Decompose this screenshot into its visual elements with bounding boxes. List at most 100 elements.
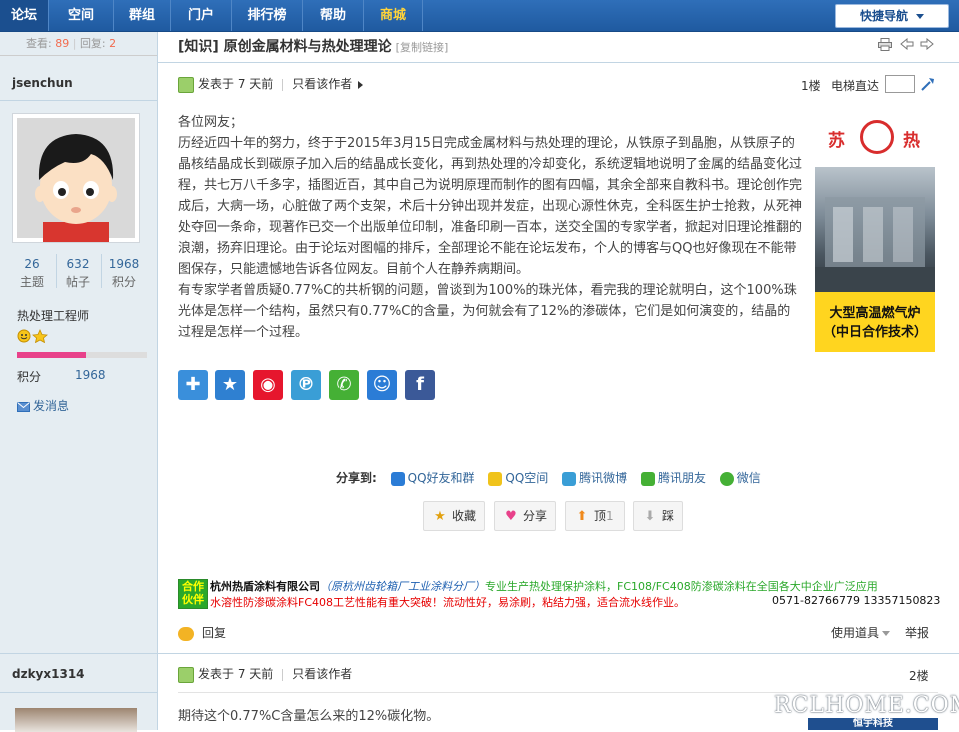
stat-label: 积分 — [111, 275, 136, 289]
author-name-2[interactable]: dzkyx1314 — [12, 667, 85, 681]
post-area: [知识] 原创金属材料与热处理理论 [复制链接] 发表于 7 天前 只看该作者 1楼… — [158, 32, 959, 730]
weibo-icon[interactable]: ◉ — [253, 370, 283, 400]
floor-number[interactable]: 1楼 — [801, 77, 821, 94]
upvote-count: 1 — [606, 509, 614, 523]
share-wechat[interactable]: 微信 — [737, 471, 761, 485]
elevator-input[interactable] — [885, 75, 915, 93]
share-more-icon[interactable]: ✚ — [178, 370, 208, 400]
partner-company: 杭州热盾涂料有限公司 — [210, 580, 320, 593]
user-group[interactable]: 热处理工程师 — [17, 307, 89, 324]
top-nav: 论坛 空间 群组 门户 排行榜 帮助 商城 快捷导航 — [0, 0, 959, 32]
upvote-button[interactable]: ⬆ 顶1 — [565, 501, 625, 531]
nav-item-space[interactable]: 空间 — [49, 0, 114, 31]
only-author-link-2[interactable]: 只看该作者 — [292, 667, 352, 681]
quick-nav-button[interactable]: 快捷导航 — [835, 4, 949, 28]
online-avatar-icon — [178, 76, 194, 93]
downvote-button[interactable]: ⬇ 踩 — [633, 501, 683, 531]
views-label: 查看: — [26, 37, 52, 50]
reply-button[interactable]: 回复 — [178, 624, 226, 641]
nav-item-ranking[interactable]: 排行榜 — [232, 0, 303, 31]
nav-item-portal[interactable]: 门户 — [171, 0, 232, 31]
post-paragraph: 各位网友； — [178, 115, 244, 130]
share-button[interactable]: ♥ 分享 — [494, 501, 556, 531]
stat-threads[interactable]: 26 主题 — [10, 257, 54, 290]
ad-banner[interactable]: 苏 热 大型高温燃气炉 （中日合作技术） — [815, 112, 935, 352]
stat-value: 26 — [24, 257, 40, 271]
goto-floor-icon[interactable] — [920, 76, 936, 95]
heart-icon: ♥ — [505, 508, 517, 524]
use-tools-button[interactable]: 使用道具 — [831, 624, 891, 641]
send-message-link[interactable]: 发消息 — [17, 397, 69, 414]
report-button[interactable]: 举报 — [905, 624, 929, 641]
only-author-link[interactable]: 只看该作者 — [292, 77, 352, 91]
divider — [0, 55, 157, 56]
nav-item-help[interactable]: 帮助 — [303, 0, 364, 31]
partner-slogan: 专业生产热处理保护涂料，FC108/FC408防渗碳涂料在全国各大中企业广泛应用 — [485, 580, 878, 593]
partner-ad-line-1[interactable]: 杭州热盾涂料有限公司（原杭州齿轮箱厂工业涂料分厂）专业生产热处理保护涂料，FC1… — [210, 578, 878, 594]
ad-line-1: 大型高温燃气炉 — [829, 306, 921, 321]
nav-item-forum[interactable]: 论坛 — [0, 0, 49, 31]
play-icon — [358, 80, 364, 89]
views-count: 89 — [55, 37, 70, 50]
nav-item-mall[interactable]: 商城 — [364, 0, 423, 31]
post-meta-2: 发表于 7 天前 只看该作者 — [178, 665, 352, 683]
avatar[interactable] — [12, 113, 140, 243]
qzone-icon[interactable]: ★ — [215, 370, 245, 400]
elevator-label: 电梯直达 — [831, 79, 880, 93]
partner-badge: 合作 伙伴 — [178, 579, 208, 609]
qq-icon[interactable]: ☺ — [367, 370, 397, 400]
thread-title-text: [知识] 原创金属材料与热处理理论 — [178, 39, 392, 55]
divider — [158, 62, 959, 63]
avatar-2[interactable] — [15, 708, 137, 732]
score-value: 1968 — [75, 368, 106, 382]
watermark-text: RCLHOME.COM — [774, 693, 959, 718]
print-icon[interactable] — [878, 38, 892, 55]
divider — [0, 692, 157, 693]
facebook-icon[interactable]: f — [405, 370, 435, 400]
share-to-label: 分享到: — [336, 471, 377, 485]
share-qq-friends[interactable]: QQ好友和群 — [408, 471, 475, 485]
arrow-up-icon: ⬆ — [576, 508, 588, 524]
envelope-icon — [17, 401, 30, 412]
ad-line-2: （中日合作技术） — [822, 325, 927, 340]
divider — [0, 653, 157, 654]
arrow-down-icon: ⬇ — [644, 508, 656, 524]
replies-count: 2 — [109, 37, 117, 50]
favorite-button[interactable]: ★ 收藏 — [423, 501, 485, 531]
tencent-weibo-icon[interactable]: ℗ — [291, 370, 321, 400]
next-thread-icon[interactable] — [920, 37, 934, 54]
stat-credits[interactable]: 1968 积分 — [102, 257, 146, 290]
post-paragraph: 历经近四十年的努力，终于于2015年3月15日完成金属材料与热处理的理论，从铁原… — [178, 136, 803, 277]
author-name[interactable]: jsenchun — [12, 76, 73, 90]
tencent-weibo-icon — [562, 471, 577, 486]
prev-thread-icon[interactable] — [900, 37, 914, 54]
stat-label: 主题 — [19, 275, 44, 289]
furnace-photo — [815, 167, 935, 292]
replies-label: 回复: — [79, 37, 106, 50]
nav-item-groups[interactable]: 群组 — [114, 0, 171, 31]
divider — [158, 653, 959, 654]
floor-number-2[interactable]: 2楼 — [909, 667, 929, 684]
partner-phones: 0571-82766779 13357150823 — [772, 594, 941, 607]
partner-badge-line-1: 合作 — [182, 580, 204, 593]
stat-posts[interactable]: 632 帖子 — [56, 257, 100, 290]
wechat-icon[interactable]: ✆ — [329, 370, 359, 400]
post-time: 发表于 7 天前 — [198, 77, 274, 91]
thread-title: [知识] 原创金属材料与热处理理论 [复制链接] — [178, 36, 448, 56]
ad-caption: 大型高温燃气炉 （中日合作技术） — [815, 292, 935, 352]
share-tencent-weibo[interactable]: 腾讯微博 — [579, 471, 627, 485]
divider — [0, 100, 157, 101]
partner-ad-line-2[interactable]: 水溶性防渗碳涂料FC408工艺性能有重大突破！流动性好，易涂刷，粘结力强，适合流… — [210, 594, 940, 610]
level-progress-bar — [17, 352, 147, 358]
copy-link[interactable]: [复制链接] — [396, 41, 449, 54]
author-sidebar: 查看: 89 | 回复: 2 jsenchun 26 主题 632 帖子 196… — [0, 32, 158, 732]
qq-friends-icon — [390, 471, 405, 486]
quick-nav-label: 快捷导航 — [859, 9, 908, 23]
thread-stats: 查看: 89 | 回复: 2 — [26, 37, 117, 50]
ad-header: 苏 热 — [815, 112, 935, 167]
partner-line-2-text: 水溶性防渗碳涂料FC408工艺性能有重大突破！流动性好，易涂刷，粘结力强，适合流… — [210, 596, 686, 609]
share-tencent-friends[interactable]: 腾讯朋友 — [658, 471, 706, 485]
post-meta: 发表于 7 天前 只看该作者 — [178, 75, 364, 93]
share-qzone[interactable]: QQ空间 — [505, 471, 548, 485]
score-label: 积分 — [17, 370, 42, 384]
